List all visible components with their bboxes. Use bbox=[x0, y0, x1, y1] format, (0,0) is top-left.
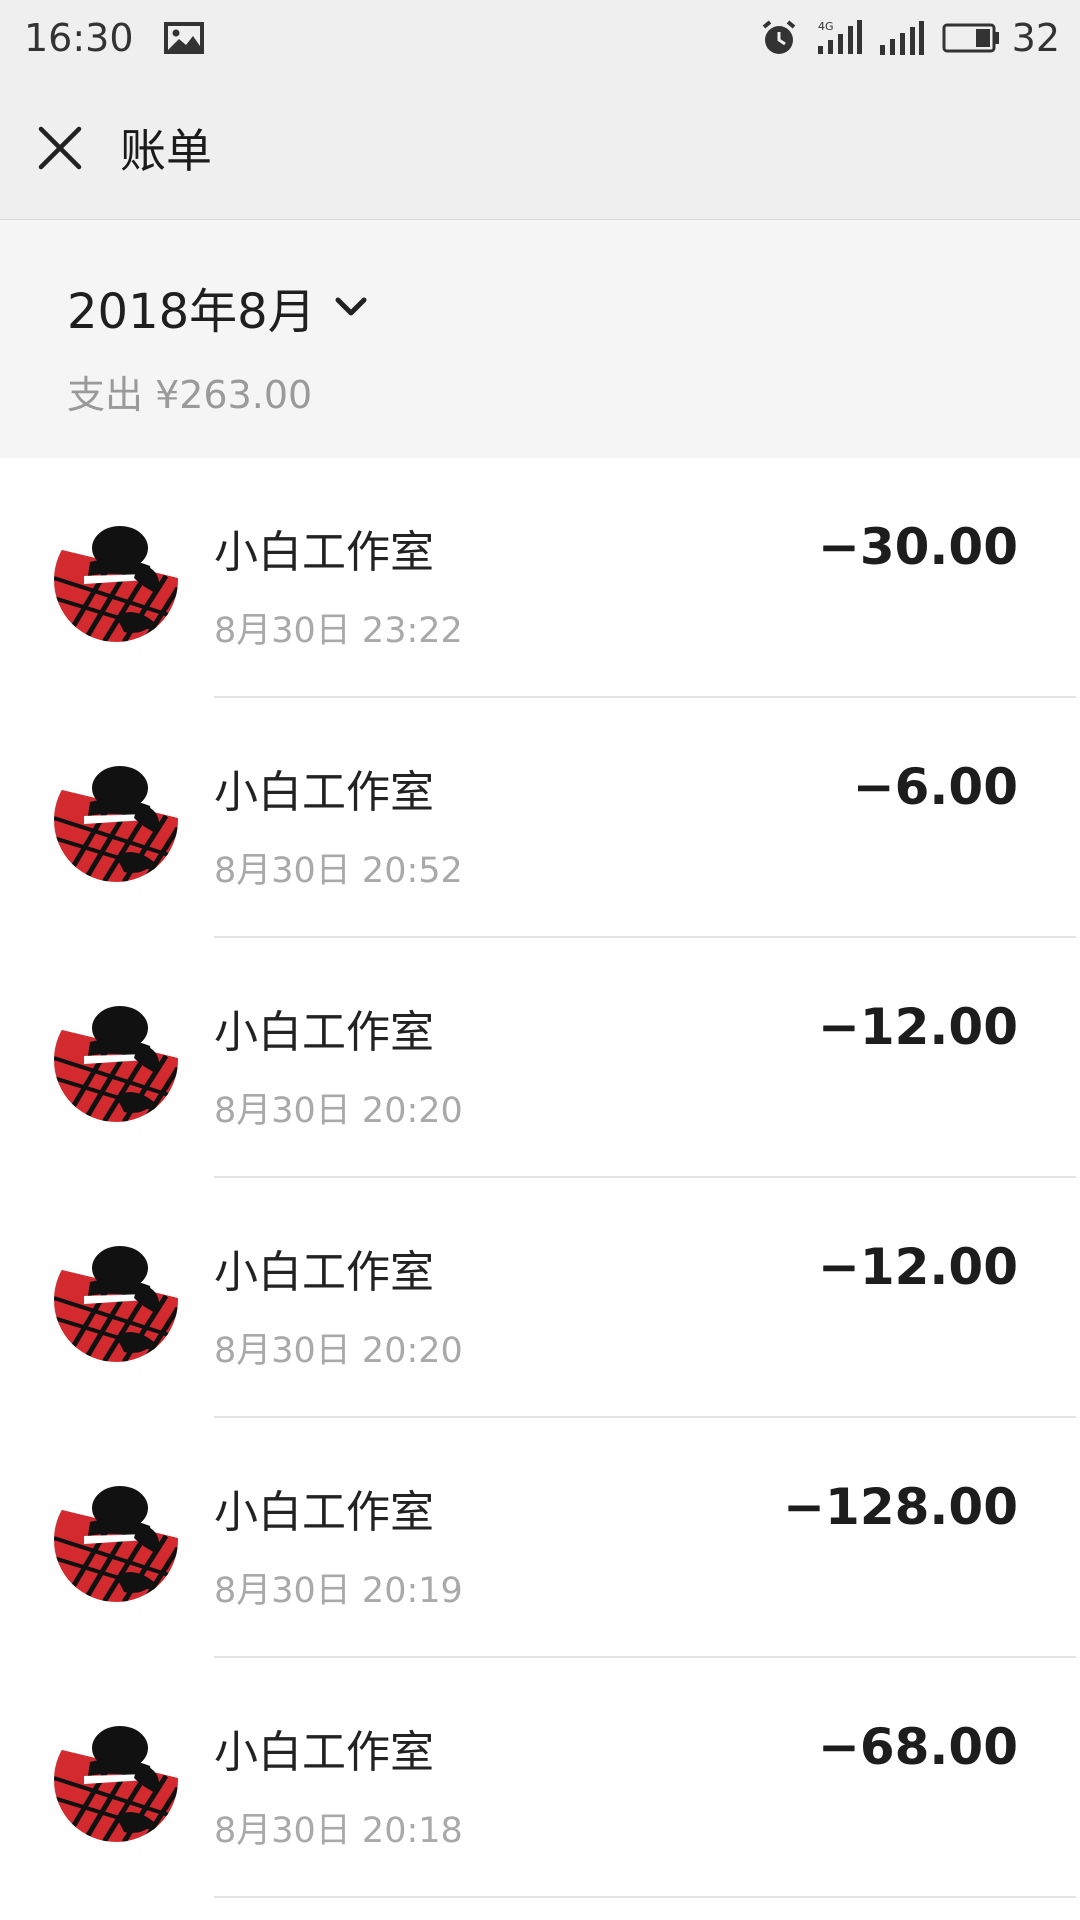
transaction-time: 8月30日 20:20 bbox=[214, 1091, 463, 1131]
transaction-amount: −128.00 bbox=[783, 1478, 1018, 1536]
status-right: 4G 32 bbox=[742, 16, 1060, 60]
avatar bbox=[54, 518, 178, 642]
expense-total: 支出 ¥263.00 bbox=[67, 373, 313, 417]
battery-level: 32 bbox=[1011, 16, 1060, 60]
transaction-row[interactable]: 小白工作室 8月30日 20:52 −6.00 bbox=[0, 698, 1080, 938]
transaction-time: 8月30日 23:22 bbox=[214, 611, 463, 651]
transaction-row[interactable]: 小白工作室 8月30日 20:20 −12.00 bbox=[0, 938, 1080, 1178]
merchant-name: 小白工作室 bbox=[214, 1487, 434, 1538]
transaction-time: 8月30日 20:19 bbox=[214, 1571, 463, 1611]
status-time: 16:30 bbox=[24, 16, 134, 60]
transaction-time: 8月30日 20:52 bbox=[214, 851, 463, 891]
status-left: 16:30 bbox=[24, 16, 204, 60]
close-icon bbox=[38, 126, 82, 169]
battery-icon: 32 bbox=[942, 16, 1060, 60]
merchant-name: 小白工作室 bbox=[214, 1247, 434, 1298]
transaction-amount: −12.00 bbox=[817, 998, 1018, 1056]
month-selector[interactable]: 2018年8月 bbox=[67, 272, 1080, 342]
transaction-amount: −6.00 bbox=[852, 758, 1018, 816]
transaction-text: 小白工作室 8月30日 23:22 bbox=[214, 516, 463, 653]
transaction-amount: −68.00 bbox=[817, 1718, 1018, 1776]
avatar bbox=[54, 1478, 178, 1602]
transaction-text: 小白工作室 8月30日 20:20 bbox=[214, 1236, 463, 1373]
status-bar: 16:30 4G 32 bbox=[0, 0, 1080, 76]
transaction-list: 小白工作室 8月30日 23:22 −30.00 小白工作室 8月30日 20:… bbox=[0, 458, 1080, 1898]
transaction-amount: −30.00 bbox=[817, 518, 1018, 576]
close-button[interactable] bbox=[0, 76, 120, 220]
monthly-summary: 2018年8月 支出 ¥263.00 bbox=[0, 220, 1080, 458]
month-label: 2018年8月 bbox=[67, 284, 316, 340]
transaction-amount: −12.00 bbox=[817, 1238, 1018, 1296]
signal-icon bbox=[879, 21, 924, 55]
avatar bbox=[54, 1718, 178, 1842]
chevron-down-icon bbox=[334, 295, 368, 319]
merchant-name: 小白工作室 bbox=[214, 527, 434, 578]
svg-text:4G: 4G bbox=[818, 20, 834, 33]
transaction-row[interactable]: 小白工作室 8月30日 20:19 −128.00 bbox=[0, 1418, 1080, 1658]
avatar bbox=[54, 998, 178, 1122]
avatar bbox=[54, 758, 178, 882]
title-bar: 账单 bbox=[0, 76, 1080, 220]
transaction-row[interactable]: 小白工作室 8月30日 20:20 −12.00 bbox=[0, 1178, 1080, 1418]
transaction-row[interactable]: 小白工作室 8月30日 20:18 −68.00 bbox=[0, 1658, 1080, 1898]
transaction-row[interactable]: 小白工作室 8月30日 23:22 −30.00 bbox=[0, 458, 1080, 698]
merchant-name: 小白工作室 bbox=[214, 767, 434, 818]
merchant-name: 小白工作室 bbox=[214, 1007, 434, 1058]
avatar bbox=[54, 1238, 178, 1362]
merchant-name: 小白工作室 bbox=[214, 1727, 434, 1778]
transaction-text: 小白工作室 8月30日 20:19 bbox=[214, 1476, 463, 1613]
page-title: 账单 bbox=[120, 123, 212, 178]
transaction-text: 小白工作室 8月30日 20:18 bbox=[214, 1716, 463, 1853]
signal-4g-icon: 4G bbox=[816, 20, 862, 56]
gallery-icon bbox=[163, 22, 204, 54]
transaction-time: 8月30日 20:20 bbox=[214, 1331, 463, 1371]
transaction-text: 小白工作室 8月30日 20:52 bbox=[214, 756, 463, 893]
transaction-time: 8月30日 20:18 bbox=[214, 1811, 463, 1851]
alarm-icon bbox=[760, 19, 798, 57]
transaction-text: 小白工作室 8月30日 20:20 bbox=[214, 996, 463, 1133]
